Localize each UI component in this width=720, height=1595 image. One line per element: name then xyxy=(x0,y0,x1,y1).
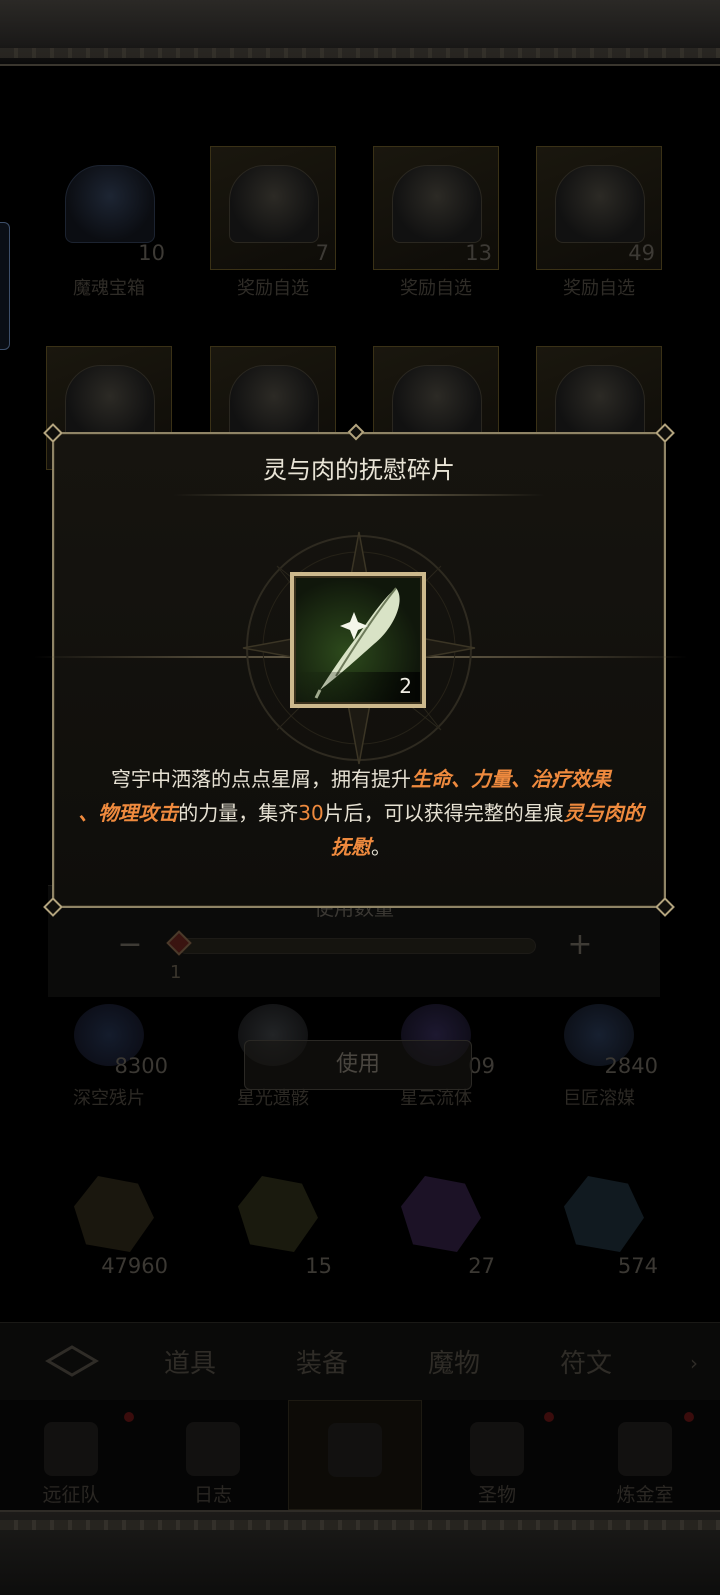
nav-label: 炼金室 xyxy=(616,1484,674,1506)
desc-text: 的力量，集齐 xyxy=(178,801,299,825)
cauldron-icon xyxy=(618,1422,672,1476)
nav-relics[interactable]: 圣物 xyxy=(442,1400,552,1510)
item-slot: 2 xyxy=(290,572,426,708)
slider-value: 1 xyxy=(170,962,182,983)
desc-text: 。 xyxy=(371,835,391,859)
helmet-icon xyxy=(44,1422,98,1476)
diamond-tab-icon[interactable] xyxy=(44,1341,100,1381)
side-drawer-tab[interactable] xyxy=(0,222,10,350)
desc-sep: 、 xyxy=(451,767,471,791)
crystal-icon xyxy=(401,1176,481,1252)
item-count: 15 xyxy=(305,1254,332,1278)
notification-dot xyxy=(124,1412,134,1422)
dust-pile-icon xyxy=(74,1176,154,1252)
grid-item[interactable]: 49 xyxy=(536,146,662,270)
tab-items[interactable]: 道具 xyxy=(164,1343,216,1380)
bag-icon xyxy=(328,1423,382,1477)
chest-icon xyxy=(555,165,645,243)
desc-text: 穹宇中洒落的点点星屑，拥有提升 xyxy=(111,767,411,791)
grid-item[interactable]: 2840 巨匠溶媒 xyxy=(536,996,662,1109)
notification-dot xyxy=(684,1412,694,1422)
item-name: 奖励自选 xyxy=(237,278,309,299)
grid-item[interactable]: 27 xyxy=(373,1156,499,1280)
popup-title: 灵与肉的抚慰碎片 xyxy=(263,456,455,484)
chalice-icon xyxy=(470,1422,524,1476)
grid-item[interactable]: 15 xyxy=(210,1156,336,1280)
use-button[interactable]: 使用 xyxy=(244,1040,472,1090)
grid-item[interactable]: 8300 深空残片 xyxy=(46,996,172,1109)
grid-item[interactable]: 10 xyxy=(46,146,172,270)
chevron-right-icon[interactable]: › xyxy=(690,1351,710,1375)
grid-item[interactable]: 574 xyxy=(536,1156,662,1280)
nav-label: 日志 xyxy=(193,1484,232,1506)
item-count: 47960 xyxy=(101,1254,168,1278)
desc-sep: 、 xyxy=(78,801,99,825)
item-count: 574 xyxy=(617,1254,658,1278)
scroll-icon xyxy=(186,1422,240,1476)
nav-inventory[interactable] xyxy=(288,1400,422,1510)
highlight-healing: 治疗效果 xyxy=(531,767,611,791)
item-count: 49 xyxy=(628,241,655,265)
nav-label: 远征队 xyxy=(42,1484,100,1506)
item-count: 27 xyxy=(468,1254,495,1278)
nav-expedition[interactable]: 远征队 xyxy=(16,1400,126,1510)
item-name: 魔魂宝箱 xyxy=(73,278,145,299)
quantity-slider[interactable] xyxy=(178,938,536,954)
item-count: 09 xyxy=(468,1054,495,1078)
item-count: 8300 xyxy=(114,1054,168,1078)
category-tabbar: 道具 装备 魔物 符文 › xyxy=(0,1322,720,1400)
title-divider xyxy=(174,494,544,496)
tab-monsters[interactable]: 魔物 xyxy=(428,1343,480,1380)
item-name: 巨匠溶媒 xyxy=(563,1088,635,1109)
nav-log[interactable]: 日志 xyxy=(158,1400,268,1510)
desc-text: 片后，可以获得完整的星痕 xyxy=(323,801,564,825)
top-ornament xyxy=(347,423,365,441)
chest-icon xyxy=(229,165,319,243)
item-count: 13 xyxy=(465,241,492,265)
minus-button[interactable]: − xyxy=(110,926,150,966)
highlight-number: 30 xyxy=(298,801,324,825)
grid-item[interactable]: 13 xyxy=(373,146,499,270)
grid-item[interactable]: 47960 xyxy=(46,1156,172,1280)
crystal-icon xyxy=(564,1176,644,1252)
desc-sep: 、 xyxy=(511,767,531,791)
top-frame xyxy=(0,0,720,66)
highlight-strength: 力量 xyxy=(471,767,511,791)
tab-runes[interactable]: 符文 xyxy=(560,1343,612,1380)
crystal-icon xyxy=(238,1176,318,1252)
grid-item[interactable]: 7 xyxy=(210,146,336,270)
item-count: 2840 xyxy=(604,1054,658,1078)
bottom-frame xyxy=(0,1510,720,1595)
item-description: 穹宇中洒落的点点星屑，拥有提升生命、力量、治疗效果 、物理攻击的力量，集齐30片后… xyxy=(78,762,644,864)
item-count: 2 xyxy=(399,674,412,698)
item-name: 深空残片 xyxy=(73,1088,145,1109)
item-detail-popup: 灵与肉的抚慰碎片 2 穹宇中洒落的点点星屑，拥有提升生命、力量、治疗效果 、物理攻… xyxy=(34,423,688,917)
bottom-nav: 远征队 日志 圣物 炼金室 xyxy=(0,1400,720,1510)
notification-dot xyxy=(544,1412,554,1422)
item-count: 7 xyxy=(315,241,329,265)
item-name: 奖励自选 xyxy=(400,278,472,299)
tab-equipment[interactable]: 装备 xyxy=(296,1343,348,1380)
highlight-physical-attack: 物理攻击 xyxy=(98,801,179,825)
chest-icon xyxy=(392,165,482,243)
plus-button[interactable]: + xyxy=(560,926,600,966)
chest-icon xyxy=(65,165,155,243)
nav-label: 圣物 xyxy=(477,1484,516,1506)
item-count: 10 xyxy=(138,241,165,265)
highlight-life: 生命 xyxy=(411,767,451,791)
item-name: 奖励自选 xyxy=(563,278,635,299)
